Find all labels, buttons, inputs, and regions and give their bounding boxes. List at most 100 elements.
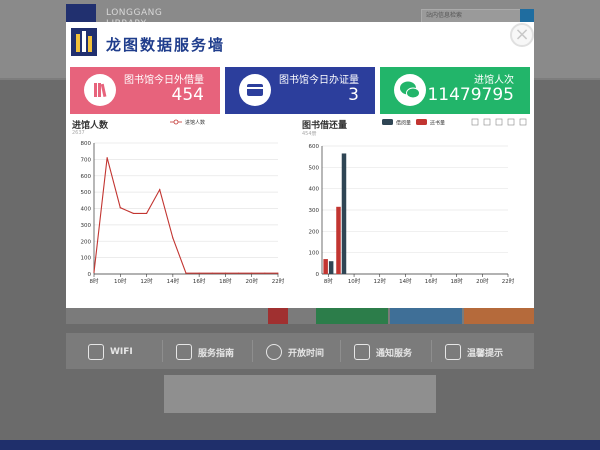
data-point <box>224 272 227 274</box>
x-tick-label: 12时 <box>373 277 386 285</box>
search-input[interactable]: 站内信息检索 <box>421 9 521 23</box>
data-point <box>237 272 240 274</box>
service-bar-separator <box>252 340 253 362</box>
line-icon[interactable] <box>483 118 491 126</box>
data-point <box>145 212 148 215</box>
service-bar-item[interactable]: WIFI <box>88 343 133 361</box>
y-tick-label: 600 <box>81 174 92 180</box>
data-point <box>198 272 200 274</box>
service-bar-item[interactable]: 温馨提示 <box>445 343 503 361</box>
service-bar-separator <box>162 340 163 362</box>
bar-chart-svg: 0 100 200 300 400 500 600 8时 10时 12时 14时 16时 18时 20时 2… <box>309 118 527 285</box>
service-bar-item[interactable]: 服务指南 <box>176 343 234 361</box>
stat-card: 图书馆今日外借量 454 <box>70 67 220 114</box>
service-bar-item[interactable]: 开放时间 <box>266 343 324 361</box>
stat-value: 454 <box>171 85 204 105</box>
y-tick-label: 300 <box>309 208 320 214</box>
clock-icon <box>266 344 282 360</box>
service-bar-item[interactable]: 通知服务 <box>354 343 412 361</box>
card-icon <box>239 74 271 106</box>
service-bar-label: WIFI <box>110 347 133 357</box>
y-tick-label: 100 <box>81 256 92 262</box>
legend-label: 进馆人数 <box>185 119 205 126</box>
legend-swatch <box>416 119 427 125</box>
refresh-icon[interactable] <box>507 118 515 126</box>
eye-icon <box>445 344 461 360</box>
y-tick-label: 0 <box>88 272 92 278</box>
data-view-icon[interactable] <box>471 118 479 126</box>
data-point <box>264 272 266 274</box>
x-tick-label: 18时 <box>219 277 232 285</box>
data-point <box>106 157 108 159</box>
x-tick-label: 16时 <box>193 277 206 285</box>
stat-value: 11479795 <box>427 85 514 105</box>
library-logo-icon <box>71 28 97 56</box>
visitor-chart: 进馆人数 2637 0 100 200 300 400 500 600 700 800 8时 10时… <box>72 118 285 304</box>
x-tick-label: 22时 <box>502 277 515 285</box>
borrow-return-chart: 图书借还量 454册 0 100 200 300 400 500 600 8时 10时 12时 14… <box>302 118 528 304</box>
data-point <box>93 271 95 273</box>
chat-icon <box>354 344 370 360</box>
bar <box>341 153 347 274</box>
y-tick-label: 100 <box>309 251 320 257</box>
service-bar-label: 温馨提示 <box>467 348 504 359</box>
line-chart-svg: 0 100 200 300 400 500 600 700 800 8时 10时 12时 14时 16时 1… <box>81 119 285 285</box>
x-tick-label: 22时 <box>272 277 285 285</box>
close-button[interactable]: × <box>510 23 534 47</box>
data-point <box>172 237 174 239</box>
legend-label: 还书量 <box>430 120 445 127</box>
stat-label: 图书馆今日办证量 <box>279 75 359 86</box>
x-tick-label: 10时 <box>348 277 361 285</box>
bar <box>328 261 334 274</box>
stat-card: 图书馆今日办证量 3 <box>225 67 375 114</box>
x-tick-label: 10时 <box>114 277 127 285</box>
data-wall-modal: 龙图数据服务墙 图书馆今日外借量 454 图书馆今日办证量 3 进馆人次 11479795… <box>66 22 534 308</box>
modal-title: 龙图数据服务墙 <box>106 36 226 54</box>
x-tick-label: 12时 <box>140 277 153 285</box>
x-tick-label: 8时 <box>90 277 99 285</box>
x-tick-label: 16时 <box>425 277 438 285</box>
wechat-icon <box>394 74 426 106</box>
data-point <box>251 272 253 274</box>
data-point <box>119 207 121 209</box>
books-icon <box>84 74 116 106</box>
y-tick-label: 0 <box>316 272 320 278</box>
y-tick-label: 300 <box>81 223 92 229</box>
x-tick-label: 14时 <box>167 277 180 285</box>
stat-label: 进馆人次 <box>474 75 514 86</box>
y-tick-label: 800 <box>81 141 92 147</box>
data-point <box>211 272 213 274</box>
x-tick-label: 14时 <box>399 277 412 285</box>
data-point <box>185 272 187 274</box>
y-tick-label: 400 <box>81 207 92 213</box>
y-tick-label: 400 <box>309 187 320 193</box>
page-footer <box>0 440 600 450</box>
y-tick-label: 200 <box>81 239 92 245</box>
service-bar-separator <box>340 340 341 362</box>
guide-icon <box>176 344 192 360</box>
download-icon[interactable] <box>519 118 527 126</box>
wifi-icon <box>88 344 104 360</box>
bar-icon[interactable] <box>495 118 503 126</box>
modal-header: 龙图数据服务墙 <box>66 22 534 64</box>
x-tick-label: 8时 <box>324 277 333 285</box>
legend-label: 借阅量 <box>396 120 411 127</box>
y-tick-label: 500 <box>81 190 92 196</box>
data-point <box>132 212 135 215</box>
stat-label: 图书馆今日外借量 <box>124 75 204 86</box>
y-tick-label: 700 <box>81 157 92 163</box>
x-tick-label: 18时 <box>450 277 463 285</box>
legend-marker-icon <box>173 119 179 125</box>
search-button[interactable] <box>520 9 534 23</box>
bar <box>323 259 328 274</box>
x-tick-label: 20时 <box>245 277 258 285</box>
data-point <box>277 272 279 274</box>
service-bar-label: 通知服务 <box>376 348 413 359</box>
y-tick-label: 200 <box>309 229 320 235</box>
series-line <box>93 157 278 274</box>
y-tick-label: 500 <box>309 165 320 171</box>
data-point <box>159 189 161 191</box>
x-tick-label: 20时 <box>476 277 489 285</box>
bar <box>336 206 341 274</box>
service-bar-label: 服务指南 <box>198 348 235 359</box>
